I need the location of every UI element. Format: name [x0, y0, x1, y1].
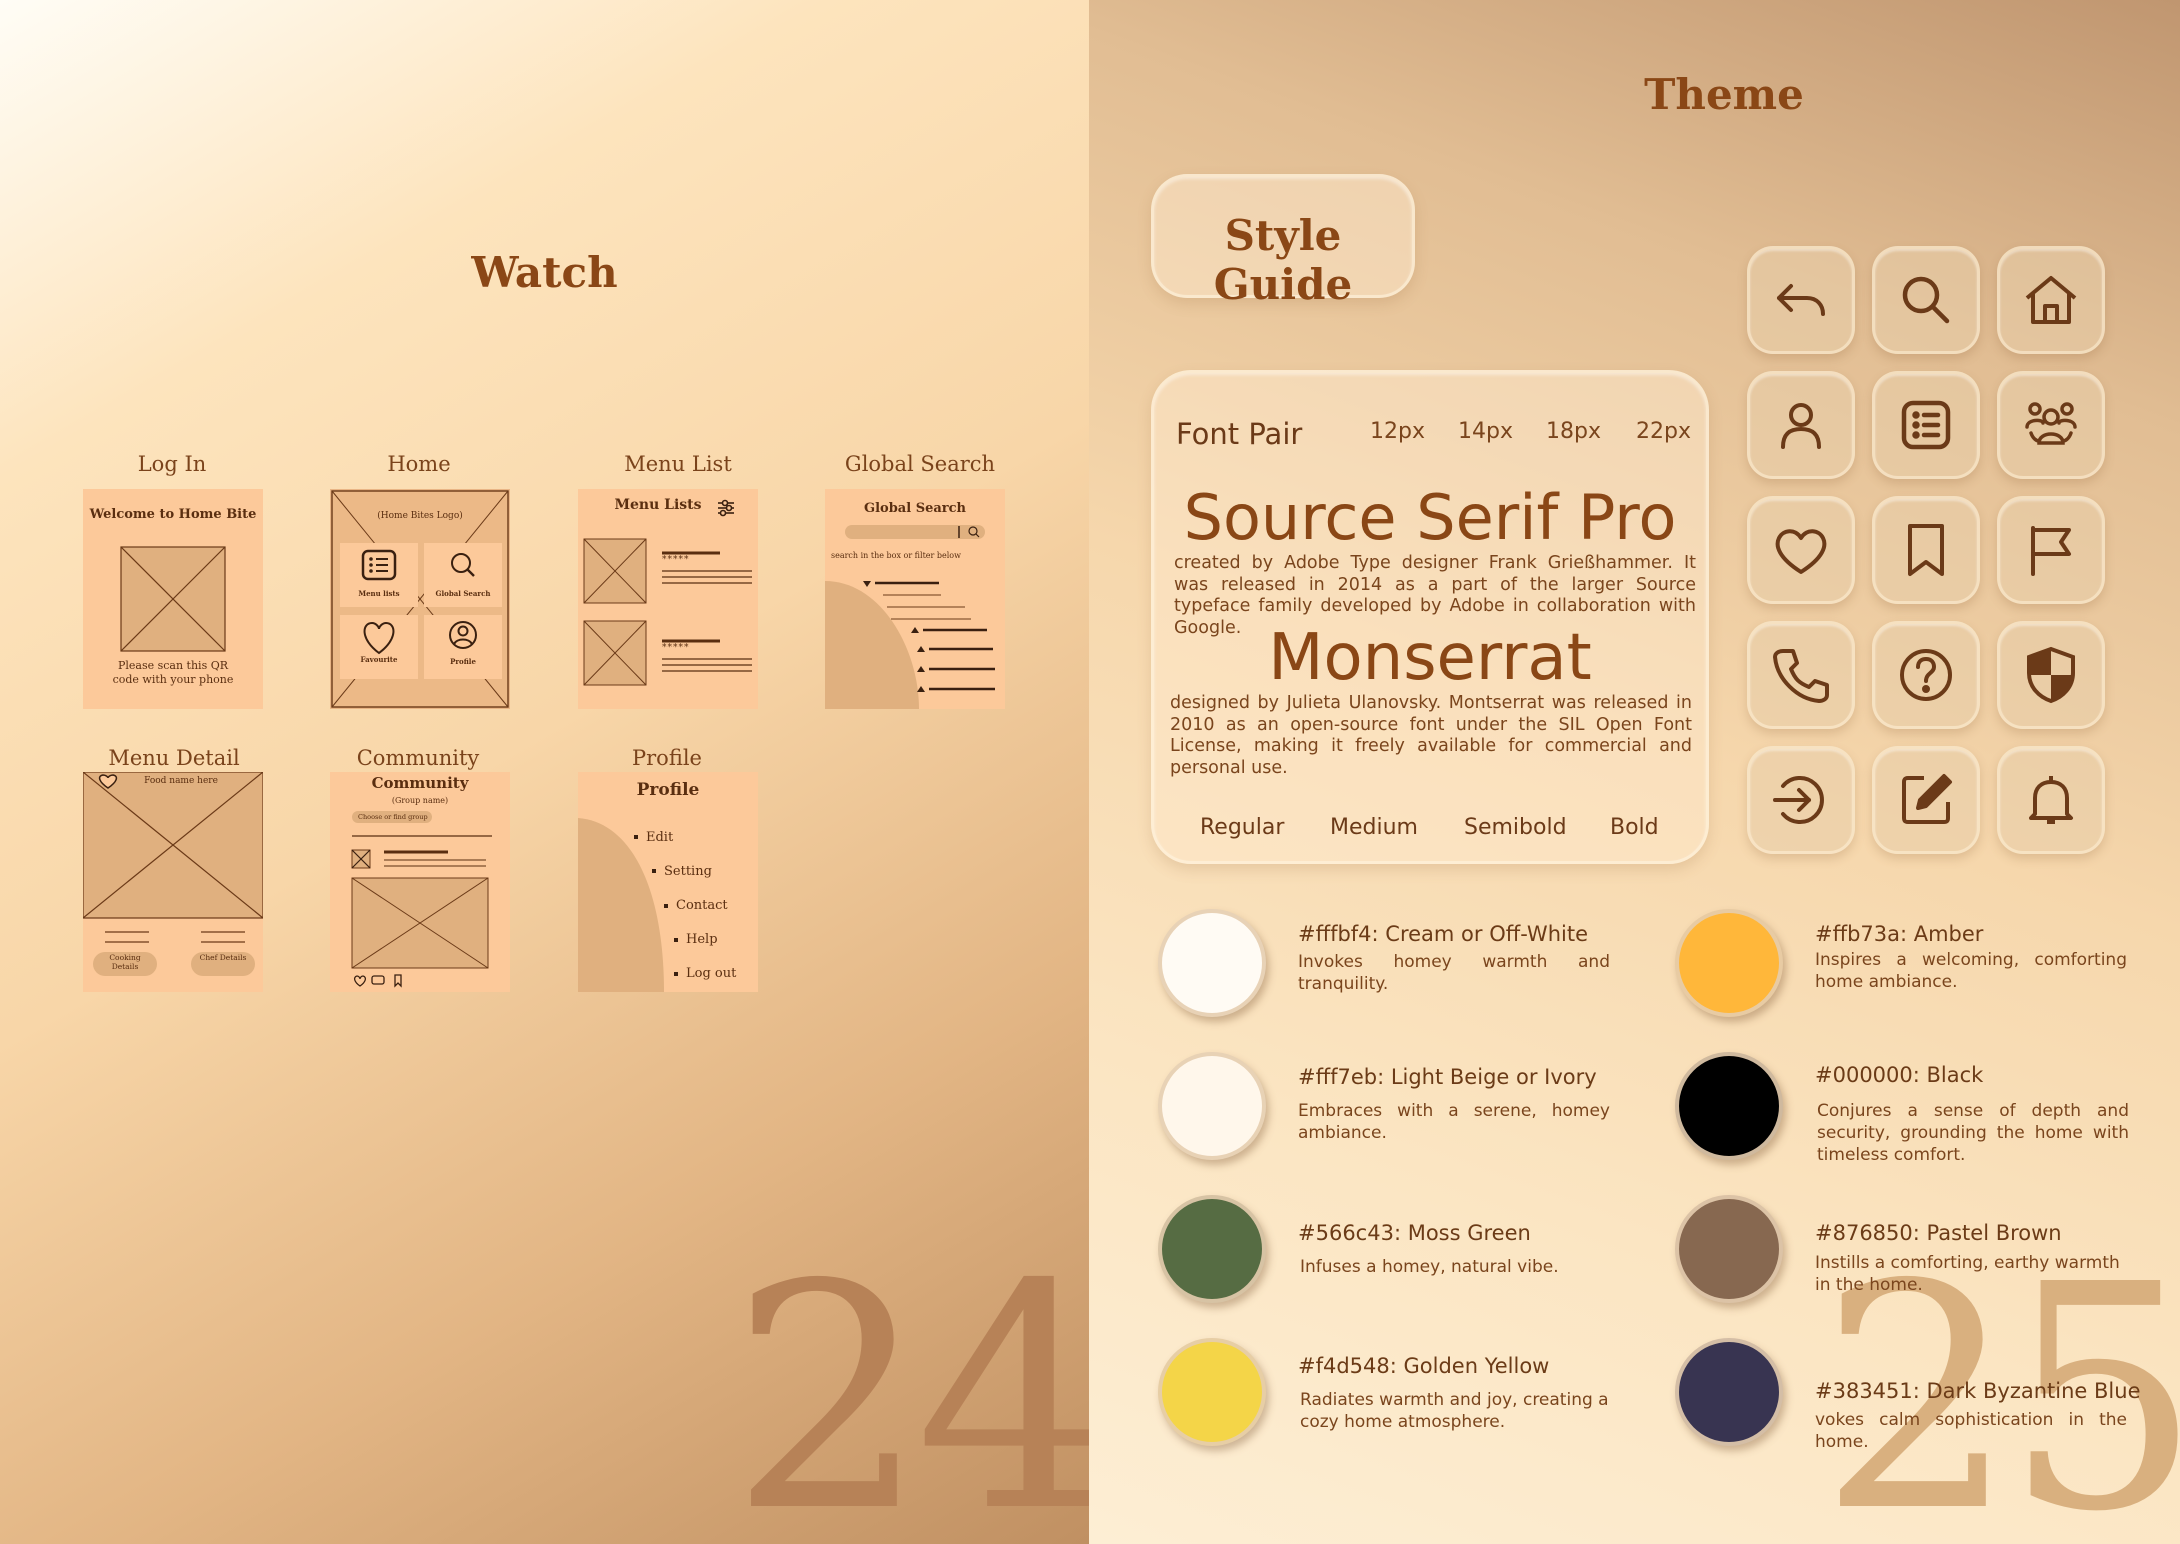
help-icon[interactable]	[1872, 621, 1980, 729]
page-number-24: 24	[730, 1219, 1089, 1544]
profile-menu-edit: Edit	[646, 830, 674, 845]
screen-label-menu-detail: Menu Detail	[108, 746, 240, 770]
heart-icon[interactable]	[1747, 496, 1855, 604]
color-title: #ffb73a: Amber	[1815, 922, 1984, 946]
global-search-hint: search in the box or filter below	[831, 551, 961, 560]
community-group-chip: Choose or find group	[358, 813, 428, 821]
home-icon[interactable]	[1997, 246, 2105, 354]
color-swatch-amber	[1675, 909, 1783, 1017]
color-swatch-moss-green	[1158, 1195, 1266, 1303]
color-desc: Conjures a sense of depth and security, …	[1817, 1101, 2129, 1165]
color-swatch-pastel-brown	[1675, 1195, 1783, 1303]
color-swatch-cream	[1158, 909, 1266, 1017]
screen-home: (Home Bites Logo) Menu lists Global Sear…	[330, 489, 510, 709]
screen-label-menu-list: Menu List	[624, 452, 732, 476]
style-guide-label: Style Guide	[1213, 211, 1353, 309]
color-desc: Inspires a welcoming, comforting home am…	[1815, 950, 2127, 992]
shield-icon[interactable]	[1997, 621, 2105, 729]
bookmark-icon[interactable]	[1872, 496, 1980, 604]
weight-regular: Regular	[1200, 815, 1285, 840]
screen-label-global-search: Global Search	[844, 452, 996, 476]
font-size-18: 18px	[1546, 419, 1601, 444]
color-desc: Radiates warmth and joy, creating a cozy…	[1300, 1390, 1609, 1432]
login-icon[interactable]	[1747, 746, 1855, 854]
login-note: Please scan this QR code with your phone	[112, 659, 234, 687]
bell-icon[interactable]	[1997, 746, 2105, 854]
phone-icon[interactable]	[1747, 621, 1855, 729]
screen-community: Community (Group name) Choose or find gr…	[330, 772, 510, 992]
color-swatch-light-beige	[1158, 1052, 1266, 1160]
page-watch: 24 Watch Log In Welcome to Home Bite Ple…	[0, 0, 1089, 1544]
color-title: #383451: Dark Byzantine Blue	[1815, 1379, 2141, 1403]
color-swatch-black	[1675, 1052, 1783, 1160]
screen-menu-list: Menu Lists ***** *****	[578, 489, 758, 709]
font-size-12: 12px	[1370, 419, 1425, 444]
color-title: #566c43: Moss Green	[1298, 1221, 1531, 1245]
undo-icon[interactable]	[1747, 246, 1855, 354]
profile-menu-contact: Contact	[676, 898, 728, 913]
weight-bold: Bold	[1610, 815, 1659, 840]
screen-login: Welcome to Home Bite Please scan this QR…	[83, 489, 263, 709]
color-title: #fffbf4: Cream or Off-White	[1298, 922, 1588, 946]
home-tile-global-search: Global Search	[435, 589, 491, 598]
weight-semibold: Semibold	[1464, 815, 1567, 840]
home-logo-text: (Home Bites Logo)	[377, 511, 463, 521]
community-icon[interactable]	[1997, 371, 2105, 479]
font1-name: Source Serif Pro	[1183, 481, 1677, 554]
home-tile-menu-lists: Menu lists	[358, 589, 400, 598]
font-size-14: 14px	[1458, 419, 1513, 444]
cooking-details-button: Cooking Details	[109, 953, 141, 971]
search-icon[interactable]	[1872, 246, 1980, 354]
home-tile-favourite: Favourite	[360, 655, 398, 664]
color-title: #876850: Pastel Brown	[1815, 1221, 2062, 1245]
style-guide-chip: Style Guide	[1151, 174, 1415, 309]
color-desc: Infuses a homey, natural vibe.	[1300, 1257, 1559, 1277]
color-desc: Invokes homey warmth and tranquility.	[1298, 952, 1610, 994]
page-title-theme: Theme	[1644, 70, 1804, 119]
color-desc: vokes calm sophistication in the home.	[1815, 1410, 2127, 1452]
font2-name: Monserrat	[1268, 621, 1592, 695]
home-tile-profile: Profile	[450, 657, 476, 666]
color-desc: Embraces with a serene, homey ambiance.	[1298, 1101, 1610, 1143]
color-swatch-golden-yellow	[1158, 1338, 1266, 1446]
page-title-watch: Watch	[471, 248, 618, 297]
screen-profile: Profile Edit Setting Contact Help Log ou…	[578, 772, 758, 992]
screen-label-community: Community	[356, 746, 480, 770]
font-pair-card: Font Pair 12px 14px 18px 22px Source Ser…	[1151, 370, 1709, 864]
weight-medium: Medium	[1330, 815, 1418, 840]
flag-icon[interactable]	[1997, 496, 2105, 604]
profile-menu-setting: Setting	[664, 864, 712, 879]
color-desc: Instills a comforting, earthy warmth in …	[1815, 1253, 2120, 1295]
color-title: #fff7eb: Light Beige or Ivory	[1298, 1065, 1597, 1089]
edit-icon[interactable]	[1872, 746, 1980, 854]
color-swatch-dark-byzantine-blue	[1675, 1338, 1783, 1446]
screen-menu-detail: Food name here Cooking Details Chef Deta…	[83, 772, 263, 992]
color-title: #f4d548: Golden Yellow	[1298, 1354, 1550, 1378]
font-size-22: 22px	[1636, 419, 1691, 444]
screen-global-search: Global Search search in the box or filte…	[825, 489, 1005, 709]
list-icon[interactable]	[1872, 371, 1980, 479]
menu-item-rating: *****	[662, 643, 690, 653]
screen-label-home: Home	[387, 452, 451, 476]
chef-details-button: Chef Details	[199, 953, 247, 962]
screen-label-profile: Profile	[632, 746, 702, 770]
screen-label-login: Log In	[137, 452, 207, 476]
profile-menu-logout: Log out	[686, 966, 737, 981]
menu-detail-food-name: Food name here	[144, 776, 218, 786]
font2-desc: designed by Julieta Ulanovsky. Montserra…	[1170, 693, 1692, 778]
color-title: #000000: Black	[1815, 1063, 1984, 1087]
page-theme: 25 Theme Style Guide Font Pair 12px 14px…	[1089, 0, 2180, 1544]
profile-menu-help: Help	[686, 932, 718, 947]
menu-item-rating: *****	[662, 555, 690, 565]
font-pair-label: Font Pair	[1176, 417, 1303, 451]
user-icon[interactable]	[1747, 371, 1855, 479]
